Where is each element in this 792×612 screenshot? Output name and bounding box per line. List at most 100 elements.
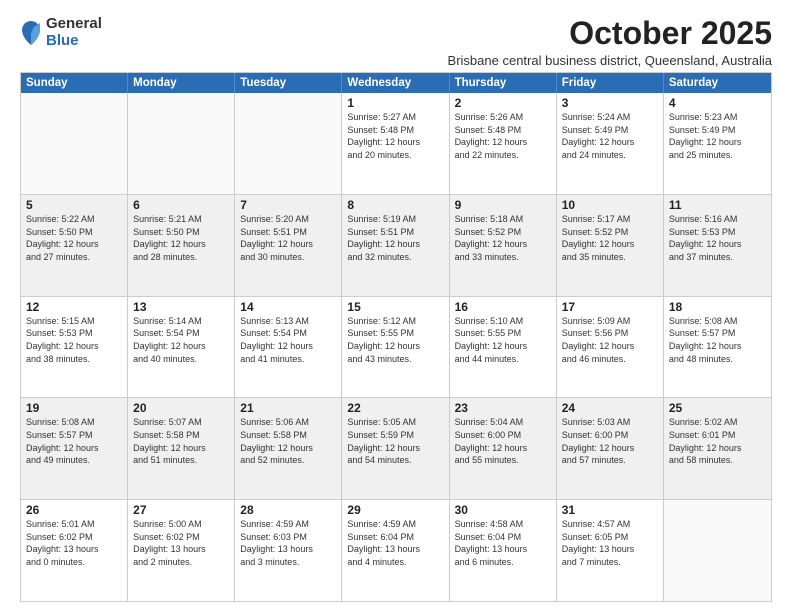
day-info: Sunrise: 5:03 AM Sunset: 6:00 PM Dayligh… <box>562 416 658 466</box>
month-title: October 2025 <box>448 16 772 51</box>
day-info: Sunrise: 5:27 AM Sunset: 5:48 PM Dayligh… <box>347 111 443 161</box>
day-number: 21 <box>240 401 336 415</box>
day-number: 25 <box>669 401 766 415</box>
day-number: 10 <box>562 198 658 212</box>
day-number: 15 <box>347 300 443 314</box>
day-cell-19: 19Sunrise: 5:08 AM Sunset: 5:57 PM Dayli… <box>21 398 128 499</box>
day-cell-25: 25Sunrise: 5:02 AM Sunset: 6:01 PM Dayli… <box>664 398 771 499</box>
day-number: 1 <box>347 96 443 110</box>
week-row-5: 26Sunrise: 5:01 AM Sunset: 6:02 PM Dayli… <box>21 500 771 601</box>
day-cell-30: 30Sunrise: 4:58 AM Sunset: 6:04 PM Dayli… <box>450 500 557 601</box>
day-number: 3 <box>562 96 658 110</box>
empty-cell <box>664 500 771 601</box>
day-cell-22: 22Sunrise: 5:05 AM Sunset: 5:59 PM Dayli… <box>342 398 449 499</box>
day-cell-14: 14Sunrise: 5:13 AM Sunset: 5:54 PM Dayli… <box>235 297 342 398</box>
day-info: Sunrise: 5:04 AM Sunset: 6:00 PM Dayligh… <box>455 416 551 466</box>
day-info: Sunrise: 5:26 AM Sunset: 5:48 PM Dayligh… <box>455 111 551 161</box>
day-number: 11 <box>669 198 766 212</box>
header-day-friday: Friday <box>557 73 664 93</box>
day-cell-4: 4Sunrise: 5:23 AM Sunset: 5:49 PM Daylig… <box>664 93 771 194</box>
day-number: 30 <box>455 503 551 517</box>
day-number: 14 <box>240 300 336 314</box>
header-day-monday: Monday <box>128 73 235 93</box>
logo-icon <box>20 19 42 47</box>
day-cell-23: 23Sunrise: 5:04 AM Sunset: 6:00 PM Dayli… <box>450 398 557 499</box>
day-number: 13 <box>133 300 229 314</box>
day-cell-31: 31Sunrise: 4:57 AM Sunset: 6:05 PM Dayli… <box>557 500 664 601</box>
day-number: 23 <box>455 401 551 415</box>
day-number: 31 <box>562 503 658 517</box>
day-cell-26: 26Sunrise: 5:01 AM Sunset: 6:02 PM Dayli… <box>21 500 128 601</box>
logo-general: General <box>46 16 102 33</box>
day-number: 26 <box>26 503 122 517</box>
day-number: 16 <box>455 300 551 314</box>
week-row-3: 12Sunrise: 5:15 AM Sunset: 5:53 PM Dayli… <box>21 297 771 399</box>
logo: General Blue <box>20 16 102 49</box>
empty-cell <box>21 93 128 194</box>
day-info: Sunrise: 4:57 AM Sunset: 6:05 PM Dayligh… <box>562 518 658 568</box>
day-info: Sunrise: 5:01 AM Sunset: 6:02 PM Dayligh… <box>26 518 122 568</box>
day-cell-3: 3Sunrise: 5:24 AM Sunset: 5:49 PM Daylig… <box>557 93 664 194</box>
day-cell-29: 29Sunrise: 4:59 AM Sunset: 6:04 PM Dayli… <box>342 500 449 601</box>
day-cell-11: 11Sunrise: 5:16 AM Sunset: 5:53 PM Dayli… <box>664 195 771 296</box>
day-cell-16: 16Sunrise: 5:10 AM Sunset: 5:55 PM Dayli… <box>450 297 557 398</box>
day-info: Sunrise: 5:23 AM Sunset: 5:49 PM Dayligh… <box>669 111 766 161</box>
day-number: 24 <box>562 401 658 415</box>
day-info: Sunrise: 5:08 AM Sunset: 5:57 PM Dayligh… <box>26 416 122 466</box>
day-info: Sunrise: 5:14 AM Sunset: 5:54 PM Dayligh… <box>133 315 229 365</box>
day-number: 27 <box>133 503 229 517</box>
day-info: Sunrise: 5:06 AM Sunset: 5:58 PM Dayligh… <box>240 416 336 466</box>
day-number: 9 <box>455 198 551 212</box>
day-number: 22 <box>347 401 443 415</box>
day-cell-8: 8Sunrise: 5:19 AM Sunset: 5:51 PM Daylig… <box>342 195 449 296</box>
day-info: Sunrise: 4:58 AM Sunset: 6:04 PM Dayligh… <box>455 518 551 568</box>
day-number: 6 <box>133 198 229 212</box>
day-info: Sunrise: 5:15 AM Sunset: 5:53 PM Dayligh… <box>26 315 122 365</box>
day-info: Sunrise: 5:05 AM Sunset: 5:59 PM Dayligh… <box>347 416 443 466</box>
day-info: Sunrise: 5:08 AM Sunset: 5:57 PM Dayligh… <box>669 315 766 365</box>
day-info: Sunrise: 5:18 AM Sunset: 5:52 PM Dayligh… <box>455 213 551 263</box>
header-day-sunday: Sunday <box>21 73 128 93</box>
day-info: Sunrise: 5:02 AM Sunset: 6:01 PM Dayligh… <box>669 416 766 466</box>
logo-blue: Blue <box>46 33 102 50</box>
day-cell-20: 20Sunrise: 5:07 AM Sunset: 5:58 PM Dayli… <box>128 398 235 499</box>
day-cell-28: 28Sunrise: 4:59 AM Sunset: 6:03 PM Dayli… <box>235 500 342 601</box>
week-row-4: 19Sunrise: 5:08 AM Sunset: 5:57 PM Dayli… <box>21 398 771 500</box>
day-number: 12 <box>26 300 122 314</box>
day-number: 7 <box>240 198 336 212</box>
calendar: SundayMondayTuesdayWednesdayThursdayFrid… <box>20 72 772 602</box>
logo-text: General Blue <box>46 16 102 49</box>
day-info: Sunrise: 5:16 AM Sunset: 5:53 PM Dayligh… <box>669 213 766 263</box>
day-cell-24: 24Sunrise: 5:03 AM Sunset: 6:00 PM Dayli… <box>557 398 664 499</box>
day-cell-1: 1Sunrise: 5:27 AM Sunset: 5:48 PM Daylig… <box>342 93 449 194</box>
day-info: Sunrise: 4:59 AM Sunset: 6:03 PM Dayligh… <box>240 518 336 568</box>
day-info: Sunrise: 5:17 AM Sunset: 5:52 PM Dayligh… <box>562 213 658 263</box>
day-number: 29 <box>347 503 443 517</box>
day-info: Sunrise: 5:07 AM Sunset: 5:58 PM Dayligh… <box>133 416 229 466</box>
day-number: 5 <box>26 198 122 212</box>
title-block: October 2025 Brisbane central business d… <box>448 16 772 68</box>
day-info: Sunrise: 5:13 AM Sunset: 5:54 PM Dayligh… <box>240 315 336 365</box>
day-cell-7: 7Sunrise: 5:20 AM Sunset: 5:51 PM Daylig… <box>235 195 342 296</box>
day-cell-18: 18Sunrise: 5:08 AM Sunset: 5:57 PM Dayli… <box>664 297 771 398</box>
page: General Blue October 2025 Brisbane centr… <box>0 0 792 612</box>
day-info: Sunrise: 5:12 AM Sunset: 5:55 PM Dayligh… <box>347 315 443 365</box>
week-row-2: 5Sunrise: 5:22 AM Sunset: 5:50 PM Daylig… <box>21 195 771 297</box>
day-number: 4 <box>669 96 766 110</box>
header-day-saturday: Saturday <box>664 73 771 93</box>
day-number: 19 <box>26 401 122 415</box>
day-cell-5: 5Sunrise: 5:22 AM Sunset: 5:50 PM Daylig… <box>21 195 128 296</box>
day-info: Sunrise: 5:20 AM Sunset: 5:51 PM Dayligh… <box>240 213 336 263</box>
day-info: Sunrise: 5:22 AM Sunset: 5:50 PM Dayligh… <box>26 213 122 263</box>
day-info: Sunrise: 5:00 AM Sunset: 6:02 PM Dayligh… <box>133 518 229 568</box>
day-cell-13: 13Sunrise: 5:14 AM Sunset: 5:54 PM Dayli… <box>128 297 235 398</box>
day-cell-9: 9Sunrise: 5:18 AM Sunset: 5:52 PM Daylig… <box>450 195 557 296</box>
day-info: Sunrise: 5:19 AM Sunset: 5:51 PM Dayligh… <box>347 213 443 263</box>
day-cell-2: 2Sunrise: 5:26 AM Sunset: 5:48 PM Daylig… <box>450 93 557 194</box>
calendar-header: SundayMondayTuesdayWednesdayThursdayFrid… <box>21 73 771 93</box>
day-info: Sunrise: 5:24 AM Sunset: 5:49 PM Dayligh… <box>562 111 658 161</box>
day-cell-12: 12Sunrise: 5:15 AM Sunset: 5:53 PM Dayli… <box>21 297 128 398</box>
empty-cell <box>128 93 235 194</box>
week-row-1: 1Sunrise: 5:27 AM Sunset: 5:48 PM Daylig… <box>21 93 771 195</box>
calendar-body: 1Sunrise: 5:27 AM Sunset: 5:48 PM Daylig… <box>21 93 771 601</box>
